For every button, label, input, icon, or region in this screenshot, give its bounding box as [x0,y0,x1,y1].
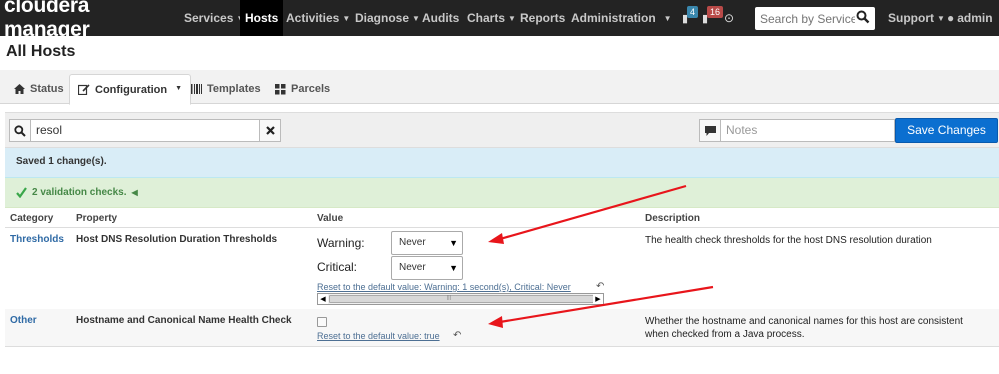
header-category: Category [10,213,54,224]
notes-input[interactable]: Notes [721,119,895,142]
tab-status[interactable]: Status [6,74,72,104]
arrow-head-icon [488,233,504,244]
header-property: Property [76,213,118,224]
nav-hosts[interactable]: Hosts [240,0,284,36]
parcels-icon [275,83,286,94]
clock-icon[interactable]: ⊙ [724,11,734,25]
page-title: All Hosts [6,43,76,60]
nav-services[interactable]: Services▼ [179,0,249,36]
comment-icon [704,125,716,136]
row-divider [5,346,999,347]
close-icon [265,126,275,135]
running-commands-badge[interactable]: 4 [687,6,699,18]
tab-templates-label: Templates [207,83,261,95]
nav-activities[interactable]: Activities ▼ [281,0,355,36]
checkmark-icon [16,187,27,198]
caret-left-icon[interactable]: ◀ [132,179,138,207]
config-search-input[interactable]: resol [31,119,259,142]
clear-search-button[interactable] [259,119,281,142]
nav-audits[interactable]: Audits [417,0,464,36]
tab-parcels-label: Parcels [291,83,331,95]
table-divider [5,227,999,228]
alerts-badge[interactable]: 16 [707,6,724,18]
tab-bar: Status Configuration ▼ Templates Parcels [0,70,999,105]
reset-default-link[interactable]: Reset to the default value: true [317,331,440,341]
nav-reports-label: Reports [520,11,566,25]
nav-administration[interactable]: Administration ▼ [566,0,677,36]
scroll-grip-icon: ||| [447,295,451,301]
description-line: Whether the hostname and canonical names… [645,316,963,327]
nav-reports[interactable]: Reports [515,0,570,36]
nav-administration-label: Administration [571,11,656,25]
header-description: Description [645,213,701,224]
global-search-input[interactable] [755,7,855,30]
nav-charts-label: Charts [467,11,506,25]
header-value: Value [317,213,344,224]
support-label: Support [888,11,934,25]
nav-diagnose[interactable]: Diagnose ▼ [350,0,425,36]
nav-audits-label: Audits [422,11,460,25]
reset-default-link[interactable]: Reset to the default value: Warning: 1 s… [317,282,571,292]
user-label: admin [957,11,993,25]
global-search[interactable] [755,7,875,30]
notification-icons: ▮ 4 ▮ 16 ⊙ [680,0,740,36]
critical-select-value: Never [399,262,426,273]
tab-configuration-label: Configuration [95,83,168,96]
caret-down-icon: ▼ [449,263,458,273]
scroll-thumb[interactable] [329,295,597,303]
user-icon: ● [947,11,955,25]
validation-alert[interactable]: 2 validation checks. ◀ [5,178,999,208]
search-addon [9,119,31,142]
warning-label: Warning: [317,236,365,250]
nav-activities-label: Activities [286,11,340,25]
notes-addon [699,119,721,142]
property-name: Hostname and Canonical Name Health Check [76,315,292,326]
tab-configuration[interactable]: Configuration ▼ [69,74,192,105]
undo-icon[interactable]: ↶ [453,330,461,341]
tab-status-label: Status [30,83,64,95]
row-description: Whether the hostname and canonical names… [645,315,963,341]
caret-down-icon: ▼ [663,14,672,23]
caret-down-icon: ▼ [937,14,945,23]
validation-label: 2 validation checks. [32,186,127,198]
nav-charts[interactable]: Charts ▼ [462,0,521,36]
property-name: Host DNS Resolution Duration Thresholds [76,234,278,245]
horizontal-scrollbar[interactable]: ◀ ||| ▶ [317,293,604,305]
search-icon[interactable] [856,10,870,24]
tab-parcels[interactable]: Parcels [267,74,338,104]
scroll-right-icon[interactable]: ▶ [593,294,603,304]
home-icon [14,84,25,94]
nav-hosts-label: Hosts [245,11,279,25]
top-navbar: cloudera manager Services▼ Hosts Activit… [0,0,999,41]
barcode-icon [191,84,202,94]
nav-diagnose-label: Diagnose [355,11,410,25]
row-description: The health check thresholds for the host… [645,235,932,246]
undo-icon[interactable]: ↶ [596,281,604,292]
edit-icon [78,84,90,95]
caret-down-icon: ▼ [449,238,458,248]
saved-changes-alert: Saved 1 change(s). [5,148,999,178]
critical-label: Critical: [317,260,358,274]
support-menu[interactable]: Support ▼ [888,0,945,36]
critical-select[interactable]: Never ▼ [391,256,463,280]
save-changes-button[interactable]: Save Changes [895,118,998,143]
tab-templates[interactable]: Templates [183,74,269,104]
description-line: when checked from a Java process. [645,329,805,340]
category-link-other[interactable]: Other [10,315,37,326]
caret-down-icon: ▼ [175,84,183,92]
warning-select[interactable]: Never ▼ [391,231,463,255]
warning-select-value: Never [399,237,426,248]
config-filter-bar: resol Notes Save Changes [5,112,999,148]
user-menu[interactable]: ● admin [947,0,993,36]
scroll-left-icon[interactable]: ◀ [318,294,328,304]
brand-logo[interactable]: cloudera manager [0,0,180,42]
category-link-thresholds[interactable]: Thresholds [10,234,64,245]
search-icon [14,124,26,137]
health-check-checkbox[interactable] [317,317,327,327]
nav-services-label: Services [184,11,234,25]
